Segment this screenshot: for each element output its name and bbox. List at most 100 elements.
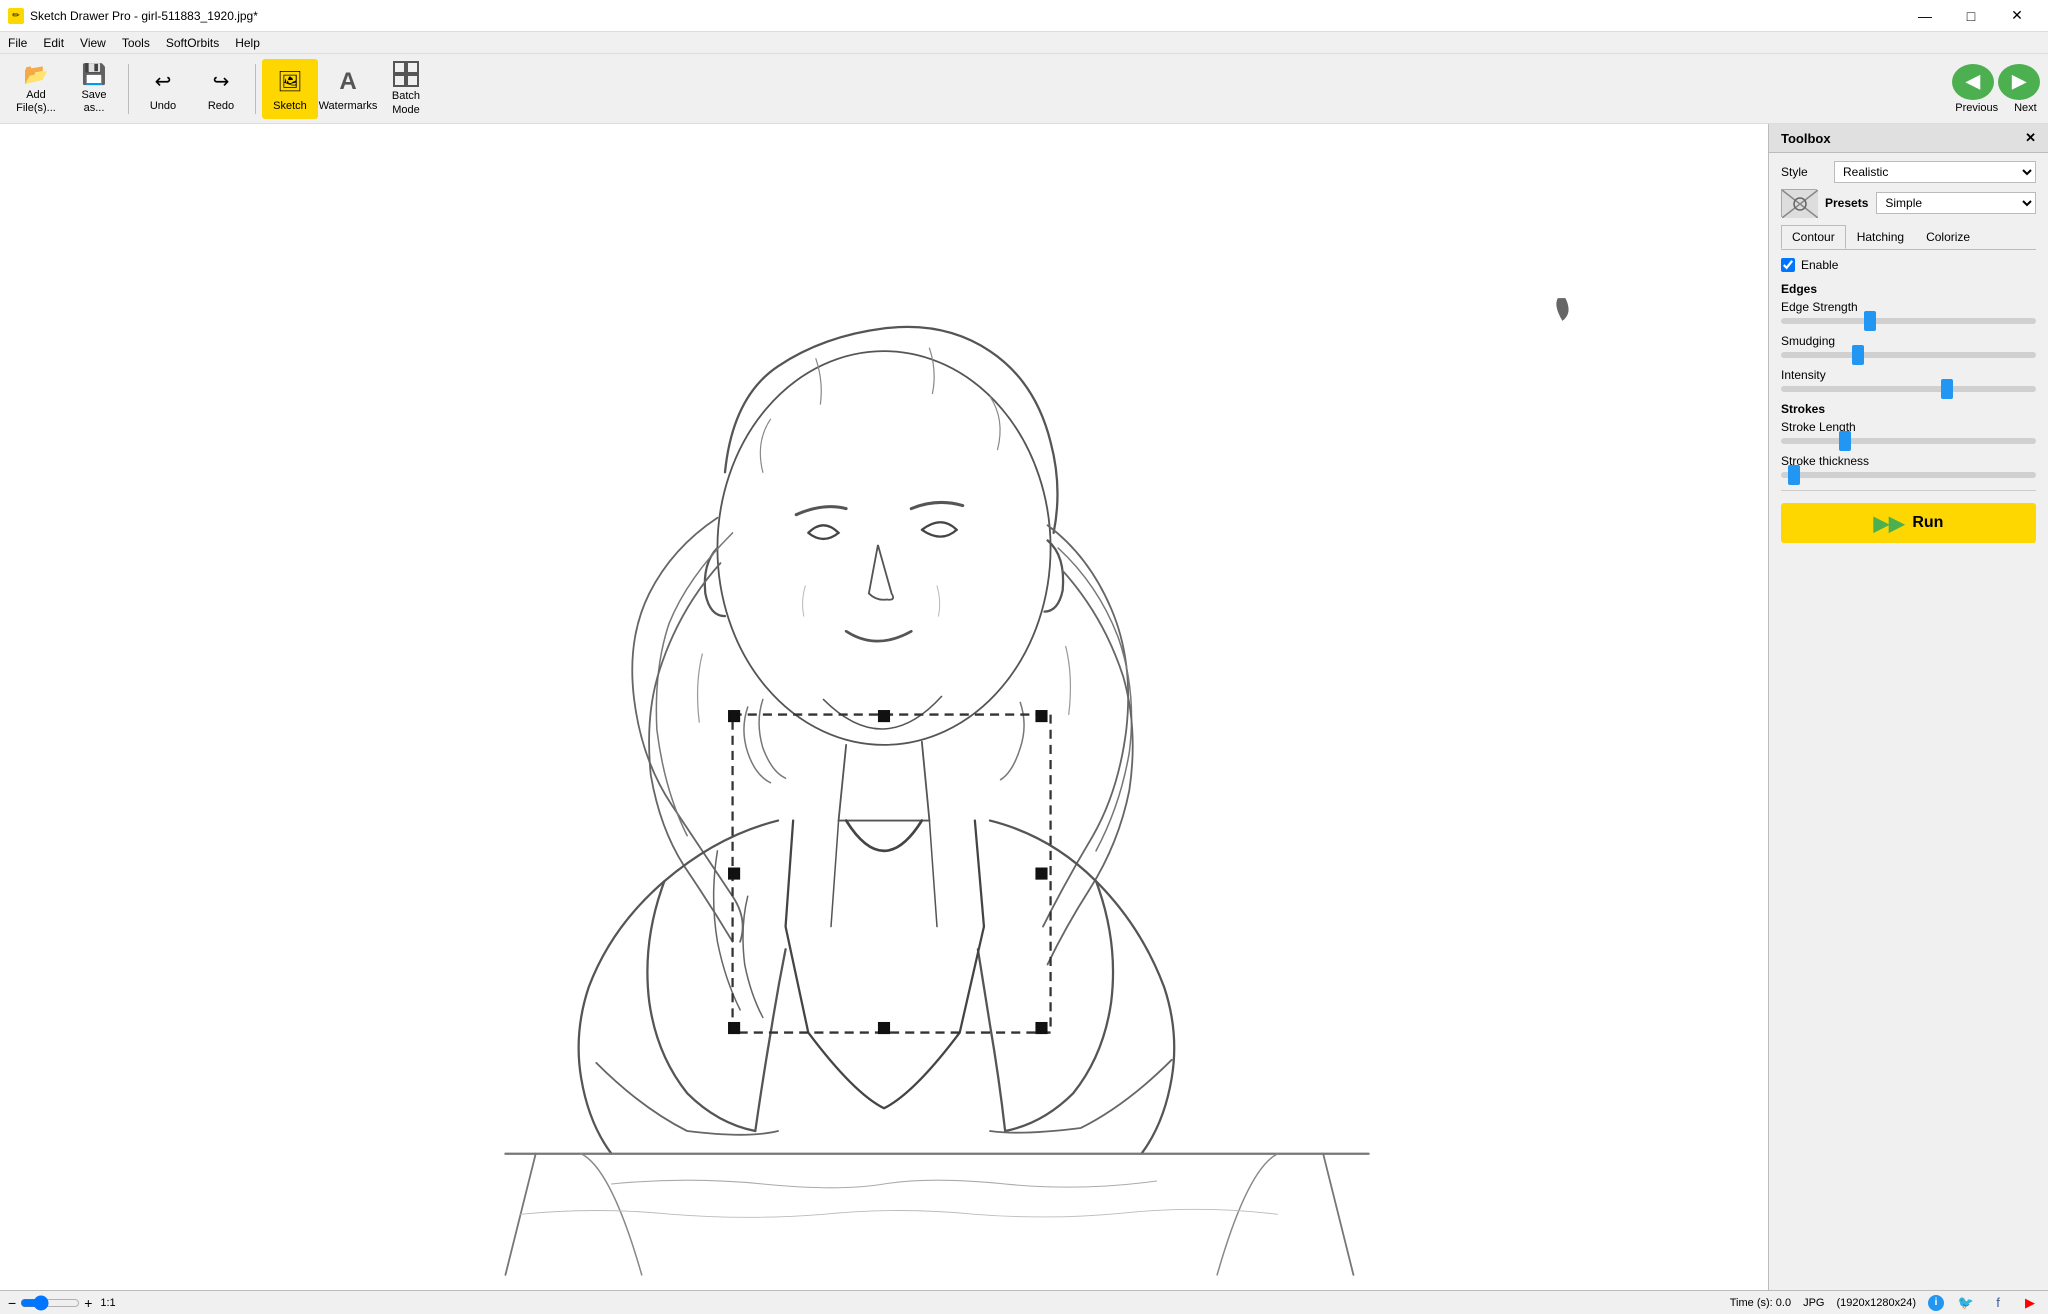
toolbox-body: Style Realistic Simple Detailed Cartoon [1769, 153, 2048, 1290]
tab-contour[interactable]: Contour [1781, 225, 1846, 249]
previous-label: Previous [1955, 102, 1998, 114]
intensity-container: Intensity [1781, 368, 2036, 392]
selection-handle-br [1035, 1022, 1047, 1034]
title-bar: ✏ Sketch Drawer Pro - girl-511883_1920.j… [0, 0, 2048, 32]
menu-view[interactable]: View [72, 32, 114, 53]
menu-file[interactable]: File [0, 32, 35, 53]
sketch-canvas [0, 124, 1768, 1290]
edges-label: Edges [1781, 282, 2036, 296]
watermarks-label: Watermarks [319, 100, 378, 112]
undo-button[interactable]: ↩ Undo [135, 59, 191, 119]
zoom-in-icon[interactable]: + [84, 1295, 92, 1311]
menu-tools[interactable]: Tools [114, 32, 158, 53]
batch-mode-icon [390, 60, 422, 88]
zoom-control: − + [8, 1295, 92, 1311]
presets-row: Presets Simple Detailed Portrait Cartoon [1781, 189, 2036, 217]
save-as-button[interactable]: 💾 Saveas... [66, 59, 122, 119]
facebook-icon[interactable]: f [1988, 1296, 2008, 1310]
youtube-icon[interactable]: ▶ [2020, 1296, 2040, 1310]
intensity-thumb[interactable] [1941, 379, 1953, 399]
smudging-thumb[interactable] [1852, 345, 1864, 365]
window-title: Sketch Drawer Pro - girl-511883_1920.jpg… [30, 9, 258, 23]
run-button[interactable]: ▶▶ Run [1781, 503, 2036, 543]
maximize-button[interactable]: □ [1948, 0, 1994, 32]
navigation-area: ◀ ▶ Previous Next [1952, 64, 2040, 114]
menu-bar: File Edit View Tools SoftOrbits Help [0, 32, 2048, 54]
app-icon: ✏ [8, 8, 24, 24]
zoom-out-icon[interactable]: − [8, 1295, 16, 1311]
toolbox-panel: Toolbox ✕ Style Realistic Simple Detaile… [1768, 124, 2048, 1290]
toolbox-separator [1781, 490, 2036, 491]
presets-select[interactable]: Simple Detailed Portrait Cartoon [1876, 192, 2036, 214]
next-button[interactable]: ▶ [1998, 64, 2040, 100]
edge-strength-thumb[interactable] [1864, 311, 1876, 331]
minimize-button[interactable]: — [1902, 0, 1948, 32]
presets-icon [1781, 189, 1817, 217]
tab-colorize[interactable]: Colorize [1915, 225, 1981, 249]
zoom-slider[interactable] [20, 1295, 80, 1311]
edge-strength-container: Edge Strength [1781, 300, 2036, 324]
style-select[interactable]: Realistic Simple Detailed Cartoon [1834, 161, 2036, 183]
info-icon[interactable]: i [1928, 1295, 1944, 1311]
previous-button[interactable]: ◀ [1952, 64, 1994, 100]
selection-handle-tr [1035, 710, 1047, 722]
toolbar-separator-1 [128, 64, 129, 114]
watermarks-button[interactable]: A Watermarks [320, 59, 376, 119]
tab-hatching[interactable]: Hatching [1846, 225, 1915, 249]
enable-checkbox[interactable] [1781, 258, 1795, 272]
time-label: Time (s): 0.0 [1730, 1297, 1791, 1309]
enable-label: Enable [1801, 258, 1838, 272]
tab-bar: Contour Hatching Colorize [1781, 225, 2036, 250]
nav-buttons: ◀ ▶ [1952, 64, 2040, 100]
batch-mode-label: BatchMode [392, 90, 420, 116]
add-files-label: AddFile(s)... [16, 89, 56, 115]
status-left: − + 1:1 [8, 1295, 116, 1311]
scroll-decoration [1556, 298, 1568, 321]
add-files-icon: 📂 [20, 62, 52, 87]
selection-handle-tm [878, 710, 890, 722]
stroke-length-container: Stroke Length [1781, 420, 2036, 444]
close-button[interactable]: ✕ [1994, 0, 2040, 32]
stroke-length-slider[interactable] [1781, 438, 2036, 444]
redo-button[interactable]: ↪ Redo [193, 59, 249, 119]
save-as-label: Saveas... [81, 89, 106, 115]
add-files-button[interactable]: 📂 AddFile(s)... [8, 59, 64, 119]
edge-strength-label: Edge Strength [1781, 300, 2036, 314]
menu-edit[interactable]: Edit [35, 32, 72, 53]
twitter-icon[interactable]: 🐦 [1956, 1296, 1976, 1310]
selection-handle-ml [728, 868, 740, 880]
sketch-icon: 🖼 [274, 66, 306, 98]
stroke-thickness-thumb[interactable] [1788, 465, 1800, 485]
edges-section: Edges Edge Strength Smudging [1781, 282, 2036, 392]
sketch-button[interactable]: 🖼 Sketch [262, 59, 318, 119]
toolbar: 📂 AddFile(s)... 💾 Saveas... ↩ Undo ↪ Red… [0, 54, 2048, 124]
smudging-slider[interactable] [1781, 352, 2036, 358]
main-area: Toolbox ✕ Style Realistic Simple Detaile… [0, 124, 2048, 1290]
size-label: (1920x1280x24) [1836, 1297, 1916, 1309]
stroke-thickness-slider[interactable] [1781, 472, 2036, 478]
toolbox-close-icon[interactable]: ✕ [2025, 130, 2036, 146]
canvas-area[interactable] [0, 124, 1768, 1290]
selection-rectangle [733, 715, 1051, 1033]
toolbox-header: Toolbox ✕ [1769, 124, 2048, 153]
redo-label: Redo [208, 100, 234, 112]
intensity-label: Intensity [1781, 368, 2036, 382]
selection-handle-bl [728, 1022, 740, 1034]
undo-icon: ↩ [147, 66, 179, 98]
selection-handle-mr [1035, 868, 1047, 880]
style-label: Style [1781, 165, 1826, 179]
status-bar: − + 1:1 Time (s): 0.0 JPG (1920x1280x24)… [0, 1290, 2048, 1314]
undo-label: Undo [150, 100, 176, 112]
stroke-length-thumb[interactable] [1839, 431, 1851, 451]
enable-row: Enable [1781, 258, 2036, 272]
smudging-container: Smudging [1781, 334, 2036, 358]
menu-softorbits[interactable]: SoftOrbits [158, 32, 227, 53]
status-right: Time (s): 0.0 JPG (1920x1280x24) i 🐦 f ▶ [1730, 1295, 2040, 1311]
toolbox-title: Toolbox [1781, 131, 1831, 146]
zoom-label: 1:1 [100, 1297, 115, 1309]
batch-mode-button[interactable]: BatchMode [378, 59, 434, 119]
run-icon: ▶▶ [1874, 511, 1905, 536]
edge-strength-slider[interactable] [1781, 318, 2036, 324]
intensity-slider[interactable] [1781, 386, 2036, 392]
menu-help[interactable]: Help [227, 32, 268, 53]
